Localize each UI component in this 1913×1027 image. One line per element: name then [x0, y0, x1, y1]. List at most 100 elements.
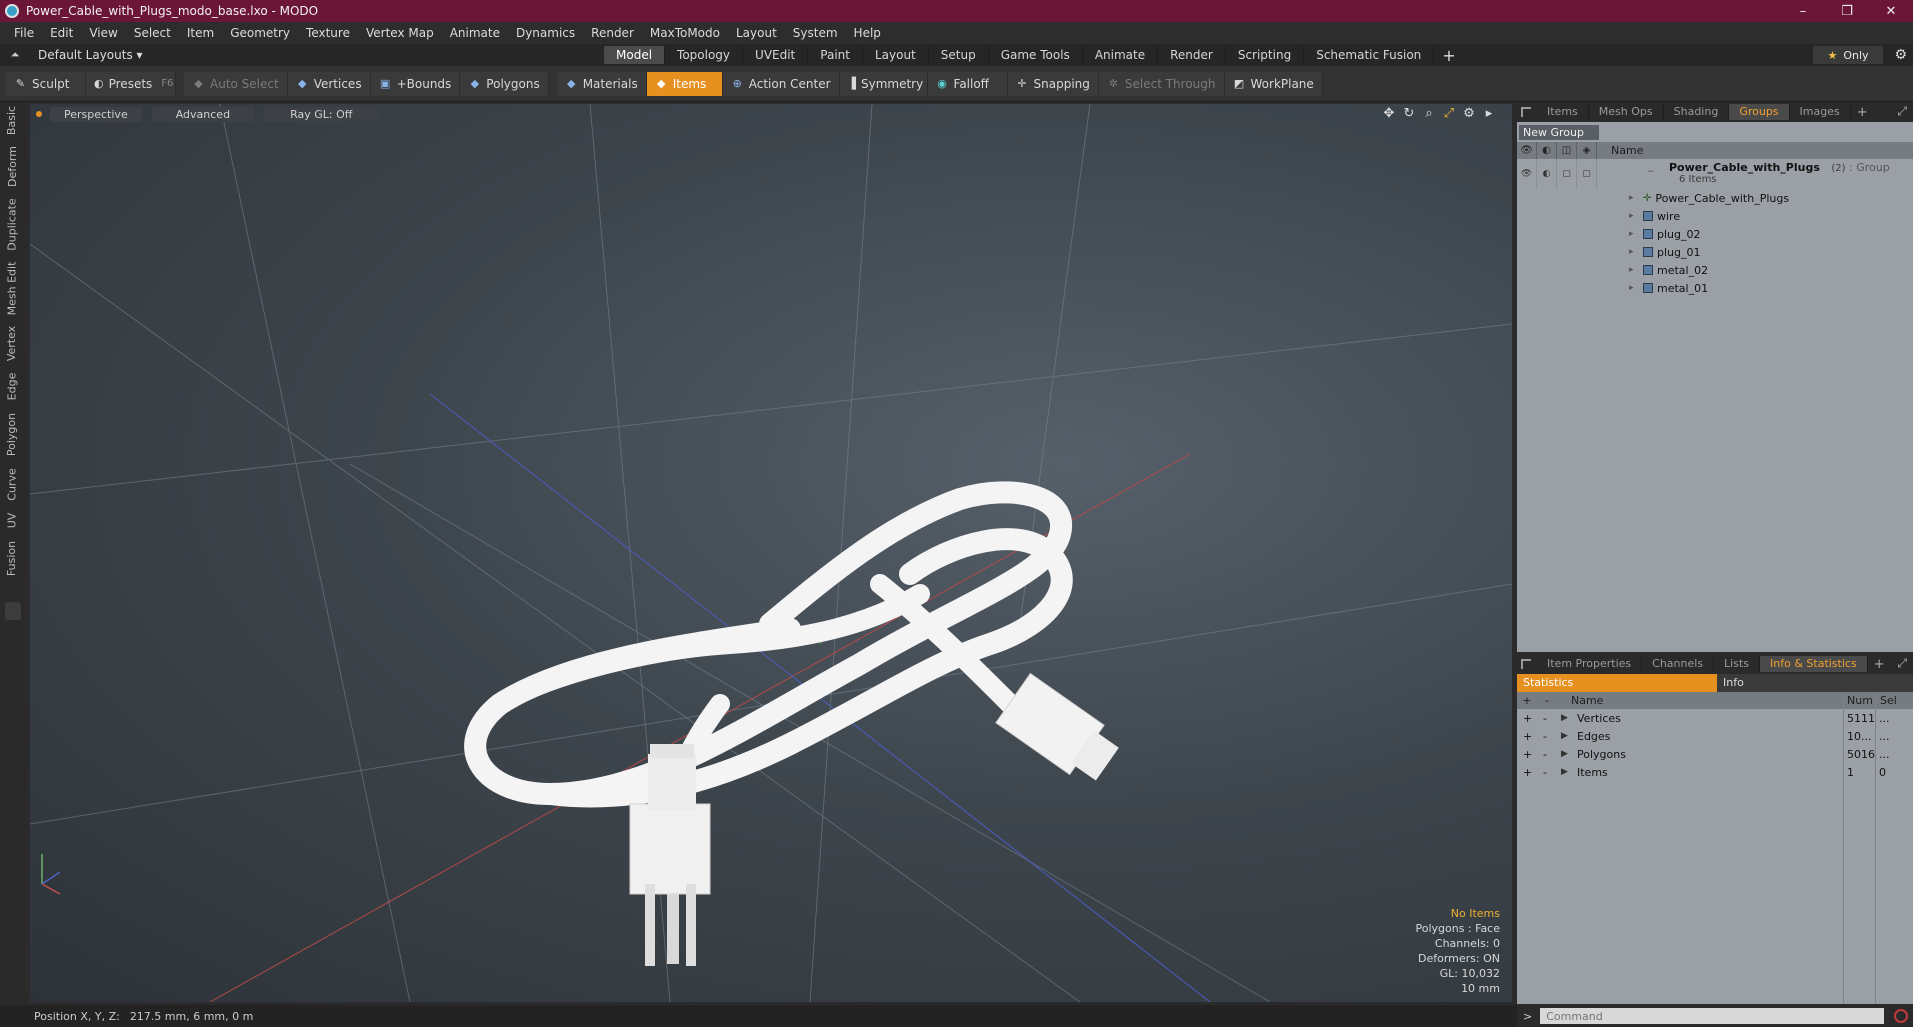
left-tab-deform[interactable]: Deform — [2, 142, 22, 190]
minimize-button[interactable]: – — [1781, 0, 1825, 22]
perspective-button[interactable]: Perspective — [50, 106, 142, 122]
add-panel-tab-icon[interactable]: + — [1851, 105, 1874, 120]
tab-topology[interactable]: Topology — [665, 46, 744, 64]
menu-render[interactable]: Render — [583, 26, 642, 40]
left-tab-fusion[interactable]: Fusion — [2, 536, 22, 580]
list-item[interactable]: ▸ plug_02 — [1517, 225, 1913, 243]
viewport-more-icon[interactable]: ▸ — [1482, 106, 1496, 121]
layout-select[interactable]: Default Layouts ▾ — [38, 48, 143, 62]
tab-game-tools[interactable]: Game Tools — [989, 46, 1083, 64]
menu-system[interactable]: System — [785, 26, 846, 40]
collapse-toggle-icon[interactable]: − — [1647, 167, 1655, 177]
falloff-button[interactable]: ◉ Falloff — [927, 71, 1008, 96]
menu-item[interactable]: Item — [179, 26, 222, 40]
fit-view-icon[interactable]: ⤢ — [1442, 106, 1456, 121]
add-selection-button[interactable]: + — [1523, 748, 1532, 761]
expand-panel-icon[interactable]: ⤢ — [1897, 104, 1907, 119]
left-tab-vertex[interactable]: Vertex — [2, 322, 22, 364]
left-tab-edge[interactable]: Edge — [2, 368, 22, 404]
tab-lists[interactable]: Lists — [1714, 656, 1761, 672]
expand-panel-icon[interactable]: ⤢ — [1897, 656, 1907, 671]
panel-pin-button[interactable] — [5, 602, 21, 620]
tab-item-properties[interactable]: Item Properties — [1537, 656, 1643, 672]
expand-arrow-icon[interactable]: ▶ — [1561, 713, 1568, 723]
materials-button[interactable]: ◆ Materials — [556, 71, 647, 96]
auto-select-button[interactable]: ◆ Auto Select — [184, 71, 288, 96]
remove-selection-button[interactable]: - — [1543, 748, 1547, 761]
left-tab-mesh-edit[interactable]: Mesh Edit — [2, 258, 22, 318]
tab-uvedit[interactable]: UVEdit — [743, 46, 809, 64]
tab-statistics[interactable]: Statistics — [1517, 674, 1717, 692]
only-button[interactable]: ★ Only — [1813, 46, 1883, 64]
table-row[interactable]: + - ▶ Polygons 5016 ... — [1517, 745, 1913, 763]
rotate-view-icon[interactable]: ↻ — [1402, 106, 1416, 121]
maximize-button[interactable]: ❐ — [1825, 0, 1869, 22]
table-row[interactable]: + - ▶ Vertices 5111 ... — [1517, 709, 1913, 727]
list-item[interactable]: ▸ plug_01 — [1517, 243, 1913, 261]
add-panel-tab-icon[interactable]: + — [1868, 657, 1891, 672]
tab-info-statistics[interactable]: Info & Statistics — [1760, 656, 1868, 672]
group-row[interactable]: 👁 ◐ ▢ ▢ − Power_Cable_with_Plugs (2) : G… — [1517, 159, 1913, 189]
snapping-button[interactable]: ✛ Snapping — [1007, 71, 1099, 96]
record-macro-icon[interactable] — [1894, 1009, 1909, 1023]
menu-dynamics[interactable]: Dynamics — [508, 26, 583, 40]
left-tab-curve[interactable]: Curve — [2, 464, 22, 504]
list-item[interactable]: ▸ wire — [1517, 207, 1913, 225]
remove-selection-button[interactable]: - — [1543, 730, 1547, 743]
tab-scripting[interactable]: Scripting — [1226, 46, 1305, 64]
workplane-button[interactable]: ◩ WorkPlane — [1224, 71, 1323, 96]
lock-checkbox[interactable]: ▢ — [1557, 159, 1577, 189]
tab-mesh-ops[interactable]: Mesh Ops — [1589, 104, 1664, 120]
tab-shading[interactable]: Shading — [1664, 104, 1730, 120]
left-tab-polygon[interactable]: Polygon — [2, 408, 22, 460]
tab-layout[interactable]: Layout — [863, 46, 929, 64]
menu-file[interactable]: File — [6, 26, 42, 40]
tab-groups[interactable]: Groups — [1729, 104, 1790, 120]
left-tab-duplicate[interactable]: Duplicate — [2, 194, 22, 254]
presets-button[interactable]: ◐ Presets F6 — [86, 71, 176, 96]
menu-edit[interactable]: Edit — [42, 26, 81, 40]
add-selection-button[interactable]: + — [1523, 766, 1532, 779]
list-item[interactable]: ▸ metal_02 — [1517, 261, 1913, 279]
tab-images[interactable]: Images — [1790, 104, 1851, 120]
sculpt-button[interactable]: ✎ Sculpt — [6, 71, 86, 96]
tab-setup[interactable]: Setup — [929, 46, 989, 64]
tab-render[interactable]: Render — [1158, 46, 1226, 64]
new-group-button[interactable]: New Group — [1519, 125, 1599, 140]
command-input[interactable] — [1540, 1008, 1885, 1024]
add-selection-button[interactable]: + — [1523, 730, 1532, 743]
move-view-icon[interactable]: ✥ — [1382, 106, 1396, 121]
menu-layout[interactable]: Layout — [728, 26, 785, 40]
select-through-button[interactable]: ✲ Select Through — [1098, 71, 1225, 96]
tab-items[interactable]: Items — [1537, 104, 1589, 120]
visibility-eye-icon[interactable]: 👁 — [1517, 159, 1537, 189]
table-row[interactable]: + - ▶ Edges 10... ... — [1517, 727, 1913, 745]
viewport-menu-dot[interactable] — [36, 111, 42, 117]
expand-arrow-icon[interactable]: ▶ — [1561, 749, 1568, 759]
vertices-button[interactable]: ◆ Vertices — [287, 71, 371, 96]
viewport-settings-icon[interactable]: ⚙ — [1462, 106, 1476, 121]
tab-info[interactable]: Info — [1717, 674, 1744, 692]
menu-help[interactable]: Help — [846, 26, 889, 40]
menu-maxtomodo[interactable]: MaxToModo — [642, 26, 728, 40]
tab-model[interactable]: Model — [604, 46, 666, 64]
left-tab-basic[interactable]: Basic — [2, 102, 22, 138]
tab-schematic-fusion[interactable]: Schematic Fusion — [1304, 46, 1435, 64]
expand-arrow-icon[interactable]: ▶ — [1561, 767, 1568, 777]
raygl-button[interactable]: Ray GL: Off — [264, 106, 379, 122]
tab-channels[interactable]: Channels — [1642, 656, 1715, 672]
close-button[interactable]: ✕ — [1869, 0, 1913, 22]
menu-animate[interactable]: Animate — [442, 26, 508, 40]
menu-select[interactable]: Select — [126, 26, 179, 40]
menu-geometry[interactable]: Geometry — [222, 26, 298, 40]
select-checkbox[interactable]: ▢ — [1577, 159, 1597, 189]
polygons-button[interactable]: ◆ Polygons — [460, 71, 549, 96]
expand-arrow-icon[interactable]: ▶ — [1561, 731, 1568, 741]
menu-vertex-map[interactable]: Vertex Map — [358, 26, 442, 40]
action-center-button[interactable]: ⊕ Action Center — [722, 71, 840, 96]
add-selection-button[interactable]: + — [1523, 712, 1532, 725]
tab-paint[interactable]: Paint — [808, 46, 863, 64]
menu-view[interactable]: View — [81, 26, 125, 40]
3d-viewport[interactable]: Perspective Advanced Ray GL: Off ✥ ↻ ⌕ ⤢… — [30, 104, 1512, 1002]
table-row[interactable]: + - ▶ Items 1 0 — [1517, 763, 1913, 781]
